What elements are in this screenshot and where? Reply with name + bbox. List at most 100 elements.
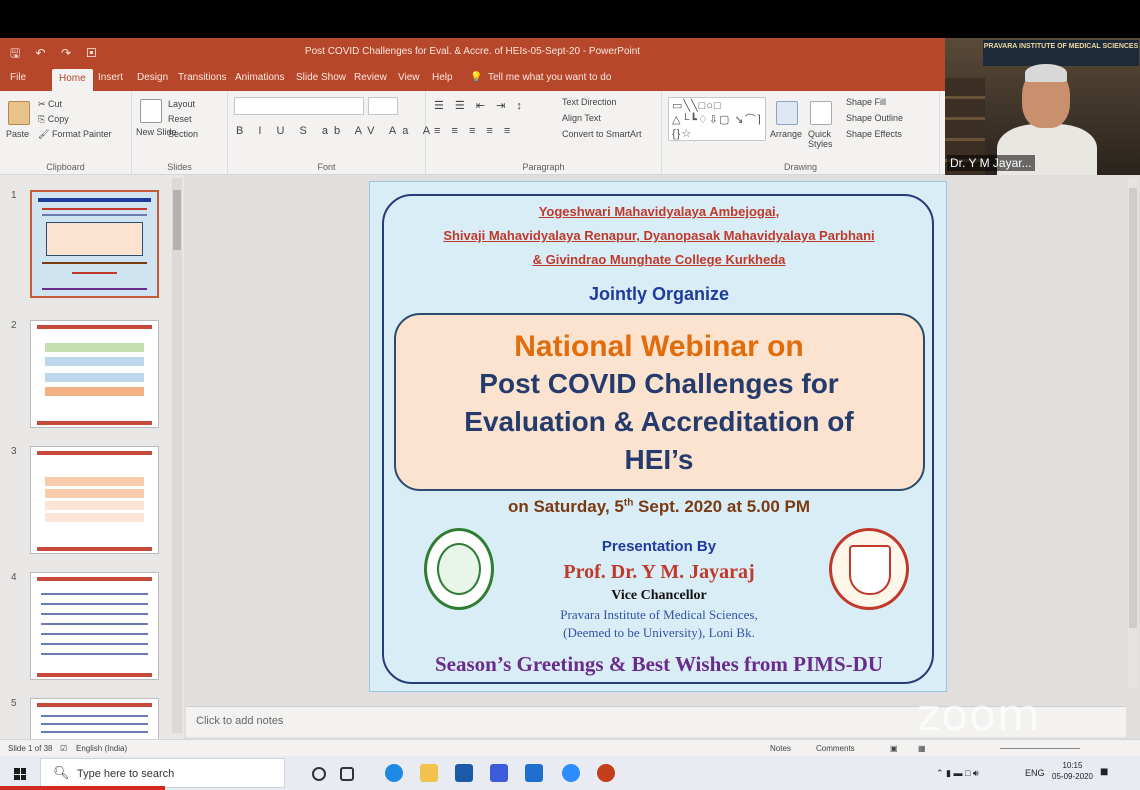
slide-thumbnail-1[interactable] (30, 190, 159, 298)
tab-help[interactable]: Help (432, 72, 453, 83)
participant-name: Dr. Y M Jayar... (947, 155, 1035, 171)
lightbulb-icon: 💡 (470, 72, 483, 83)
slide-canvas[interactable]: Yogeshwari Mahavidyalaya Ambejogai, Shiv… (369, 181, 947, 692)
mail-icon[interactable] (525, 764, 543, 782)
cortana-icon[interactable] (312, 767, 326, 781)
webinar-heading: National Webinar on (514, 330, 804, 363)
font-size-box[interactable] (368, 97, 398, 115)
search-placeholder: Type here to search (77, 768, 175, 780)
editor-scrollbar[interactable] (1128, 178, 1138, 688)
screen: 🖫 ↶ ↷ ▣ Post COVID Challenges for Eval. … (0, 0, 1140, 790)
section-button[interactable]: Section (168, 129, 198, 139)
tell-me-search[interactable]: Tell me what you want to do (488, 72, 611, 83)
tab-file[interactable]: File (10, 72, 26, 83)
thumb-number: 2 (11, 320, 17, 331)
scrollbar-thumb[interactable] (173, 190, 181, 250)
tab-design[interactable]: Design (137, 72, 168, 83)
event-date: on Saturday, 5th Sept. 2020 at 5.00 PM (370, 497, 948, 517)
date-pre: on Saturday, 5 (507, 497, 624, 516)
tab-insert[interactable]: Insert (98, 72, 123, 83)
tab-animations[interactable]: Animations (235, 72, 284, 83)
copy-button[interactable]: ⎘ Copy (38, 114, 69, 125)
powerpoint-app-icon[interactable] (597, 764, 615, 782)
slides-label: Slides (167, 162, 192, 172)
notifications-icon[interactable]: ■ (1100, 763, 1108, 779)
notes-placeholder: Click to add notes (196, 715, 284, 727)
taskbar-search[interactable]: 🔍︎ Type here to search (40, 758, 285, 788)
font-label: Font (317, 162, 336, 172)
comments-button[interactable]: Comments (816, 744, 855, 753)
windows-start-icon[interactable] (14, 768, 26, 780)
teams-icon[interactable] (490, 764, 508, 782)
slide-thumbnail-2[interactable] (30, 320, 159, 428)
shapes-gallery[interactable]: ▭╲╲□○□ △└┗♢⇩▢ ↘⌒⌉{}☆ (668, 97, 766, 141)
edge-icon[interactable] (385, 764, 403, 782)
tray-icons[interactable]: ⌃ ▮ ▬ □ 🔊︎ (936, 768, 979, 779)
slide-thumbnail-3[interactable] (30, 446, 159, 554)
organizer-line-2: Shivaji Mahavidyalaya Renapur, Dyanopasa… (443, 228, 875, 243)
list-buttons[interactable]: ☰ ☰ ⇤ ⇥ ↕ (434, 99, 526, 112)
language-status[interactable]: English (India) (76, 744, 127, 753)
notes-button[interactable]: Notes (770, 744, 791, 753)
slide-count: Slide 1 of 38 (8, 744, 53, 753)
zoom-app-icon[interactable] (562, 764, 580, 782)
slide-thumbnail-5[interactable] (30, 698, 159, 739)
presenter-name: Prof. Dr. Y M. Jayaraj (563, 561, 755, 583)
tab-review[interactable]: Review (354, 72, 387, 83)
normal-view-icon[interactable]: ▣ (890, 744, 898, 753)
scrollbar-thumb[interactable] (1129, 188, 1137, 628)
cut-button[interactable]: ✂ Cut (38, 99, 62, 110)
tab-transitions[interactable]: Transitions (178, 72, 227, 83)
font-format-buttons[interactable]: B I U S ab AV Aa A (236, 125, 436, 137)
participant-hair (1025, 64, 1067, 82)
slide-thumbnail-4[interactable] (30, 572, 159, 680)
text-direction-button[interactable]: Text Direction (562, 97, 617, 107)
top-black-bar (0, 0, 1140, 38)
organizer-line-3: & Givindrao Munghate College Kurkheda (532, 252, 786, 267)
sorter-view-icon[interactable]: ▦ (918, 744, 926, 753)
task-view-icon[interactable] (340, 767, 354, 781)
thumbnails-scrollbar[interactable] (172, 178, 182, 733)
shape-fill-button[interactable]: Shape Fill (846, 97, 886, 107)
tab-view[interactable]: View (398, 72, 420, 83)
title-line-3: HEI’s (624, 444, 694, 475)
presenter-designation: Vice Chancellor (611, 588, 707, 603)
font-name-box[interactable] (234, 97, 364, 115)
file-explorer-icon[interactable] (420, 764, 438, 782)
arrange-button[interactable]: Arrange (770, 129, 802, 139)
clipboard-label: Clipboard (46, 162, 85, 172)
thumb-number: 4 (11, 572, 17, 583)
format-painter-button[interactable]: 🖌 Format Painter (38, 129, 111, 140)
store-icon[interactable] (455, 764, 473, 782)
date-sup: th (623, 497, 634, 509)
arrange-icon[interactable] (776, 101, 798, 125)
tab-home[interactable]: Home (52, 69, 93, 91)
quick-styles-icon[interactable] (810, 101, 832, 125)
layout-button[interactable]: Layout (168, 99, 195, 109)
drawing-group: ▭╲╲□○□ △└┗♢⇩▢ ↘⌒⌉{}☆ Arrange Quick Style… (662, 91, 940, 175)
drawing-label: Drawing (783, 162, 817, 172)
paste-button[interactable]: Paste (6, 129, 29, 139)
align-text-button[interactable]: Align Text (562, 113, 601, 123)
align-buttons[interactable]: ≡ ≡ ≡ ≡ ≡ (434, 125, 514, 137)
shape-outline-button[interactable]: Shape Outline (846, 113, 903, 123)
input-language[interactable]: ENG (1025, 768, 1045, 778)
copy-label: Copy (47, 114, 69, 124)
participant-video[interactable]: PRAVARA INSTITUTE OF MEDICAL SCIENCES Dr… (945, 38, 1140, 175)
tab-slide-show[interactable]: Slide Show (296, 72, 346, 83)
zoom-slider[interactable] (1000, 748, 1080, 749)
convert-smartart-button[interactable]: Convert to SmartArt (562, 129, 642, 139)
shape-effects-button[interactable]: Shape Effects (846, 129, 902, 139)
thumb-number: 1 (11, 190, 17, 201)
quick-styles-button[interactable]: Quick Styles (808, 129, 842, 149)
spellcheck-icon[interactable]: ☑ (60, 744, 67, 753)
new-slide-icon[interactable] (140, 99, 162, 123)
paragraph-group: ☰ ☰ ⇤ ⇥ ↕ ≡ ≡ ≡ ≡ ≡ Text Direction Align… (426, 91, 662, 175)
search-icon: 🔍︎ (53, 765, 70, 780)
cut-label: Cut (48, 99, 63, 109)
reset-button[interactable]: Reset (168, 114, 192, 124)
thumb-number: 5 (11, 698, 17, 709)
zoom-watermark: zoom (917, 690, 1041, 741)
taskbar-clock[interactable]: 10:15 05-09-2020 (1052, 760, 1093, 782)
paste-icon[interactable] (8, 101, 30, 125)
